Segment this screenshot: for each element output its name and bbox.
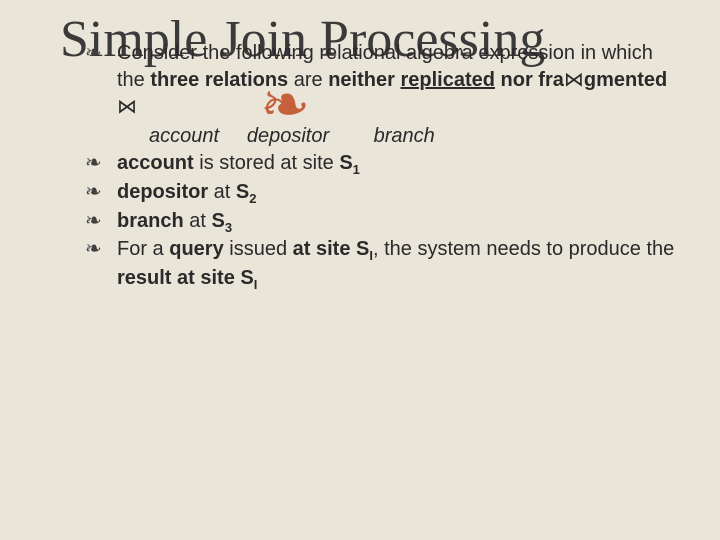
bullet-3: ❧ depositor at S2	[85, 179, 680, 208]
content-area: ❧ Consider the following relational alge…	[85, 40, 680, 293]
b3-site: S	[236, 181, 249, 203]
b3-sub: 2	[249, 191, 256, 206]
b2-site: S	[339, 152, 352, 174]
rel1: account	[149, 125, 219, 147]
b5-p3: , the system needs to produce the	[373, 238, 674, 260]
b4-bold: branch	[117, 210, 184, 232]
b5-p1: For a	[117, 238, 169, 260]
b3-text: at	[208, 181, 236, 203]
bullet-5-text: For a query issued at site S I , the syste…	[117, 236, 680, 293]
bullet-2-text: account is stored at site S1	[117, 150, 680, 179]
b5-b1: query	[169, 238, 223, 260]
bullet-icon: ❧	[85, 150, 107, 179]
b5-b3: result at site S	[117, 267, 254, 289]
bullet-1: ❧ Consider the following relational alge…	[85, 40, 680, 150]
b1-bold1: three relations	[150, 69, 288, 91]
b5-p2: issued	[224, 238, 293, 260]
b4-site: S	[211, 210, 224, 232]
b1-bold3a: nor fra	[495, 69, 564, 91]
bullet-icon: ❧	[85, 40, 107, 150]
join-icon: ⋈	[117, 96, 137, 118]
rel3: branch	[374, 125, 435, 147]
bullet-icon: ❧	[85, 208, 107, 237]
bullet-icon: ❧	[85, 179, 107, 208]
b2-text: is stored at site	[194, 152, 340, 174]
bullet-1-text: Consider the following relational algebr…	[117, 40, 680, 150]
b4-text: at	[184, 210, 212, 232]
join-icon: ⋈	[564, 69, 584, 91]
bullet-4: ❧ branch at S3	[85, 208, 680, 237]
b3-bold: depositor	[117, 181, 208, 203]
b1-underlined: replicated	[400, 69, 494, 91]
rel2: depositor	[247, 125, 329, 147]
b1-bold2: neither	[328, 69, 400, 91]
bullet-2: ❧ account is stored at site S1	[85, 150, 680, 179]
b4-sub: 3	[225, 220, 232, 235]
b1-bold3b: gmented	[584, 69, 667, 91]
b5-sub2: I	[254, 277, 258, 292]
relation-expr: account depositor branch	[117, 123, 680, 150]
b1-mid1: are	[288, 69, 328, 91]
bullet-3-text: depositor at S2	[117, 179, 680, 208]
bullet-5: ❧ For a query issued at site S I , the sys…	[85, 236, 680, 293]
b2-bold: account	[117, 152, 194, 174]
b2-sub: 1	[353, 162, 360, 177]
b5-b2: at site S	[293, 238, 370, 260]
bullet-4-text: branch at S3	[117, 208, 680, 237]
bullet-icon: ❧	[85, 236, 107, 293]
